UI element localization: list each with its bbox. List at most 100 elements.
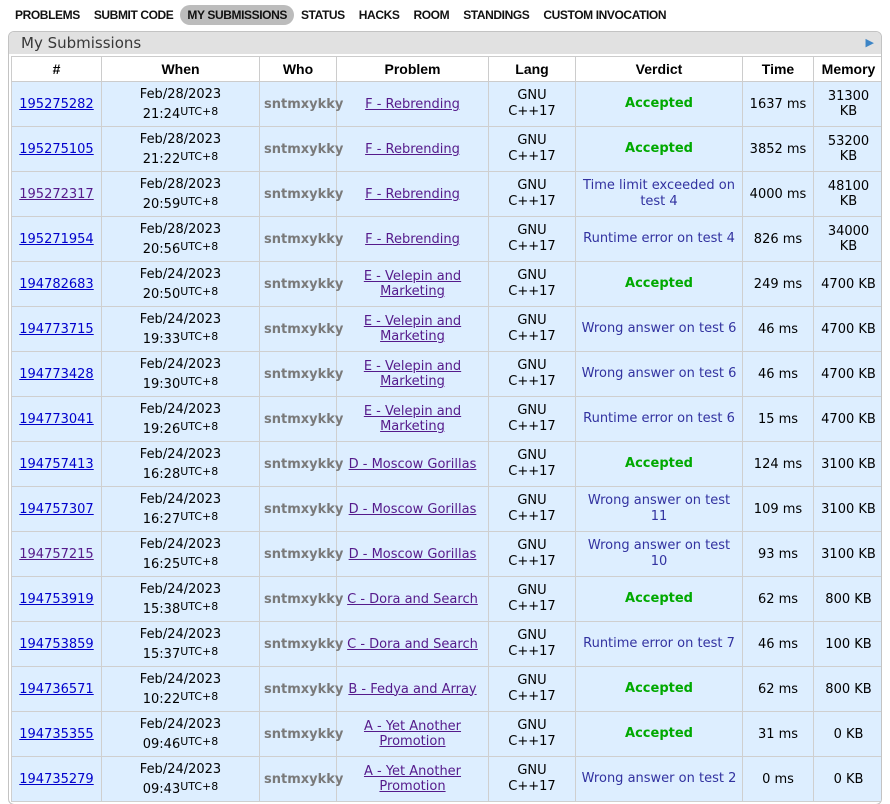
verdict-label[interactable]: Wrong answer on test 6 <box>582 321 737 336</box>
execution-time: 46 ms <box>758 637 798 652</box>
language-label: GNU C++17 <box>506 628 558 660</box>
problem-cell: F - Rebrending <box>337 127 489 172</box>
submission-id-link[interactable]: 194757215 <box>19 547 93 562</box>
submission-id-link[interactable]: 195275105 <box>19 142 93 157</box>
user-handle[interactable]: sntmxykky <box>264 367 343 382</box>
verdict-label[interactable]: Wrong answer on test 6 <box>582 366 737 381</box>
problem-link[interactable]: F - Rebrending <box>365 187 460 202</box>
timezone-label: UTC+8 <box>180 330 218 343</box>
submission-id-link[interactable]: 194757307 <box>19 502 93 517</box>
who-cell: sntmxykky <box>260 487 337 532</box>
verdict-label[interactable]: Wrong answer on test 10 <box>588 538 730 569</box>
table-row: 194773041 Feb/24/2023 19:26UTC+8 sntmxyk… <box>12 397 883 442</box>
my-submissions-panel: My Submissions ▶ #WhenWhoProblemLangVerd… <box>8 31 882 804</box>
problem-link[interactable]: E - Velepin and Marketing <box>364 404 461 434</box>
page-title: My Submissions <box>21 34 141 52</box>
verdict-label[interactable]: Accepted <box>625 591 693 606</box>
user-handle[interactable]: sntmxykky <box>264 592 343 607</box>
problem-link[interactable]: B - Fedya and Array <box>348 682 476 697</box>
verdict-label[interactable]: Accepted <box>625 96 693 111</box>
verdict-label[interactable]: Runtime error on test 6 <box>583 411 735 426</box>
user-handle[interactable]: sntmxykky <box>264 97 343 112</box>
expand-arrow-icon[interactable]: ▶ <box>866 36 874 50</box>
verdict-label[interactable]: Accepted <box>625 456 693 471</box>
submission-time: 20:59UTC+8 <box>106 193 255 213</box>
problem-link[interactable]: C - Dora and Search <box>347 592 478 607</box>
verdict-label[interactable]: Accepted <box>625 141 693 156</box>
problem-link[interactable]: F - Rebrending <box>365 142 460 157</box>
verdict-label[interactable]: Accepted <box>625 726 693 741</box>
nav-item-standings[interactable]: STANDINGS <box>456 5 536 25</box>
nav-item-submit-code[interactable]: SUBMIT CODE <box>87 5 181 25</box>
problem-link[interactable]: D - Moscow Gorillas <box>349 502 477 517</box>
user-handle[interactable]: sntmxykky <box>264 637 343 652</box>
submission-id-link[interactable]: 194735279 <box>19 772 93 787</box>
nav-item-problems[interactable]: PROBLEMS <box>8 5 87 25</box>
nav-item-room[interactable]: ROOM <box>406 5 456 25</box>
problem-link[interactable]: A - Yet Another Promotion <box>364 764 461 794</box>
nav-item-my-submissions[interactable]: MY SUBMISSIONS <box>180 5 294 25</box>
memory-cell: 31300 KB <box>814 82 883 127</box>
nav-item-custom-invocation[interactable]: CUSTOM INVOCATION <box>536 5 673 25</box>
user-handle[interactable]: sntmxykky <box>264 682 343 697</box>
nav-item-status[interactable]: STATUS <box>294 5 352 25</box>
lang-cell: GNU C++17 <box>489 757 576 802</box>
verdict-label[interactable]: Wrong answer on test 11 <box>588 493 730 524</box>
submission-id-link[interactable]: 195272317 <box>19 187 93 202</box>
problem-link[interactable]: E - Velepin and Marketing <box>364 269 461 299</box>
submission-id-cell: 194735279 <box>12 757 102 802</box>
submission-id-link[interactable]: 194773041 <box>19 412 93 427</box>
problem-link[interactable]: D - Moscow Gorillas <box>349 457 477 472</box>
submission-id-link[interactable]: 195275282 <box>19 97 93 112</box>
user-handle[interactable]: sntmxykky <box>264 457 343 472</box>
submission-id-link[interactable]: 194757413 <box>19 457 93 472</box>
problem-link[interactable]: F - Rebrending <box>365 97 460 112</box>
memory-used: 4700 KB <box>821 367 876 382</box>
submission-id-link[interactable]: 194753859 <box>19 637 93 652</box>
verdict-label[interactable]: Time limit exceeded on test 4 <box>583 178 735 209</box>
submission-time: 21:24UTC+8 <box>106 103 255 123</box>
problem-link[interactable]: C - Dora and Search <box>347 637 478 652</box>
language-label: GNU C++17 <box>506 178 558 210</box>
user-handle[interactable]: sntmxykky <box>264 142 343 157</box>
submission-id-link[interactable]: 194735355 <box>19 727 93 742</box>
memory-cell: 0 KB <box>814 712 883 757</box>
user-handle[interactable]: sntmxykky <box>264 322 343 337</box>
submission-id-link[interactable]: 194773715 <box>19 322 93 337</box>
submission-id-link[interactable]: 194753919 <box>19 592 93 607</box>
memory-used: 4700 KB <box>821 277 876 292</box>
verdict-label[interactable]: Accepted <box>625 276 693 291</box>
user-handle[interactable]: sntmxykky <box>264 277 343 292</box>
submission-id-link[interactable]: 194773428 <box>19 367 93 382</box>
submission-id-link[interactable]: 195271954 <box>19 232 93 247</box>
verdict-label[interactable]: Runtime error on test 4 <box>583 231 735 246</box>
submission-date: Feb/24/2023 <box>106 626 255 643</box>
submission-date: Feb/24/2023 <box>106 761 255 778</box>
problem-link[interactable]: F - Rebrending <box>365 232 460 247</box>
submission-id-link[interactable]: 194736571 <box>19 682 93 697</box>
verdict-label[interactable]: Wrong answer on test 2 <box>582 771 737 786</box>
when-cell: Feb/24/2023 16:27UTC+8 <box>102 487 260 532</box>
time-cell: 62 ms <box>743 577 814 622</box>
problem-cell: A - Yet Another Promotion <box>337 712 489 757</box>
problem-link[interactable]: E - Velepin and Marketing <box>364 359 461 389</box>
verdict-label[interactable]: Accepted <box>625 681 693 696</box>
user-handle[interactable]: sntmxykky <box>264 772 343 787</box>
submission-time: 16:28UTC+8 <box>106 463 255 483</box>
user-handle[interactable]: sntmxykky <box>264 187 343 202</box>
lang-cell: GNU C++17 <box>489 127 576 172</box>
nav-item-hacks[interactable]: HACKS <box>352 5 407 25</box>
user-handle[interactable]: sntmxykky <box>264 412 343 427</box>
who-cell: sntmxykky <box>260 712 337 757</box>
user-handle[interactable]: sntmxykky <box>264 232 343 247</box>
verdict-label[interactable]: Runtime error on test 7 <box>583 636 735 651</box>
problem-link[interactable]: A - Yet Another Promotion <box>364 719 461 749</box>
time-cell: 124 ms <box>743 442 814 487</box>
user-handle[interactable]: sntmxykky <box>264 727 343 742</box>
problem-link[interactable]: D - Moscow Gorillas <box>349 547 477 562</box>
user-handle[interactable]: sntmxykky <box>264 502 343 517</box>
language-label: GNU C++17 <box>506 718 558 750</box>
user-handle[interactable]: sntmxykky <box>264 547 343 562</box>
problem-link[interactable]: E - Velepin and Marketing <box>364 314 461 344</box>
submission-id-link[interactable]: 194782683 <box>19 277 93 292</box>
